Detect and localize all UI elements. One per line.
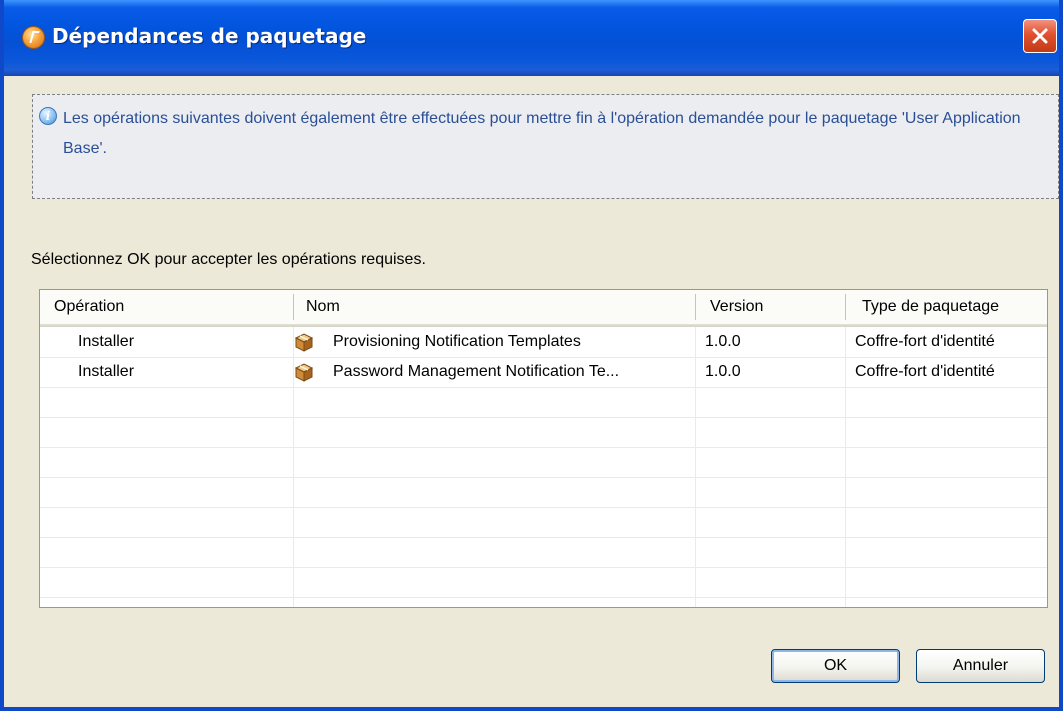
dialog-title: Dépendances de paquetage	[52, 24, 367, 48]
row-version: 1.0.0	[705, 363, 741, 380]
package-icon	[294, 363, 314, 382]
ok-button[interactable]: OK	[771, 649, 900, 683]
operations-table[interactable]: Opération Nom Version Type de paquetage …	[39, 289, 1048, 608]
column-header-type[interactable]: Type de paquetage	[862, 290, 999, 324]
info-message-box: i Les opérations suivantes doivent égale…	[32, 94, 1059, 199]
column-header-version[interactable]: Version	[710, 290, 763, 324]
column-divider[interactable]	[695, 294, 696, 320]
row-type: Coffre-fort d'identité	[855, 333, 995, 350]
row-operation: Installer	[78, 363, 135, 380]
column-divider[interactable]	[845, 294, 846, 320]
title-bar[interactable]: Dépendances de paquetage	[4, 0, 1059, 76]
row-type: Coffre-fort d'identité	[855, 363, 995, 380]
column-header-name[interactable]: Nom	[306, 290, 340, 324]
row-name: Password Management Notification Te...	[333, 363, 620, 380]
row-name: Provisioning Notification Templates	[333, 333, 581, 350]
row-version: 1.0.0	[705, 333, 741, 350]
row-operation: Installer	[78, 333, 135, 350]
dialog-window: Dépendances de paquetage i Les opération…	[0, 0, 1063, 711]
close-icon	[1032, 28, 1048, 44]
info-icon: i	[39, 107, 57, 125]
column-divider[interactable]	[293, 294, 294, 320]
close-button[interactable]	[1023, 19, 1057, 53]
app-logo-icon	[22, 26, 45, 49]
info-message: Les opérations suivantes doivent égaleme…	[63, 110, 1021, 157]
package-icon	[294, 333, 314, 352]
cancel-button[interactable]: Annuler	[916, 649, 1045, 683]
instruction-text: Sélectionnez OK pour accepter les opérat…	[31, 251, 426, 268]
column-header-operation[interactable]: Opération	[54, 290, 124, 324]
